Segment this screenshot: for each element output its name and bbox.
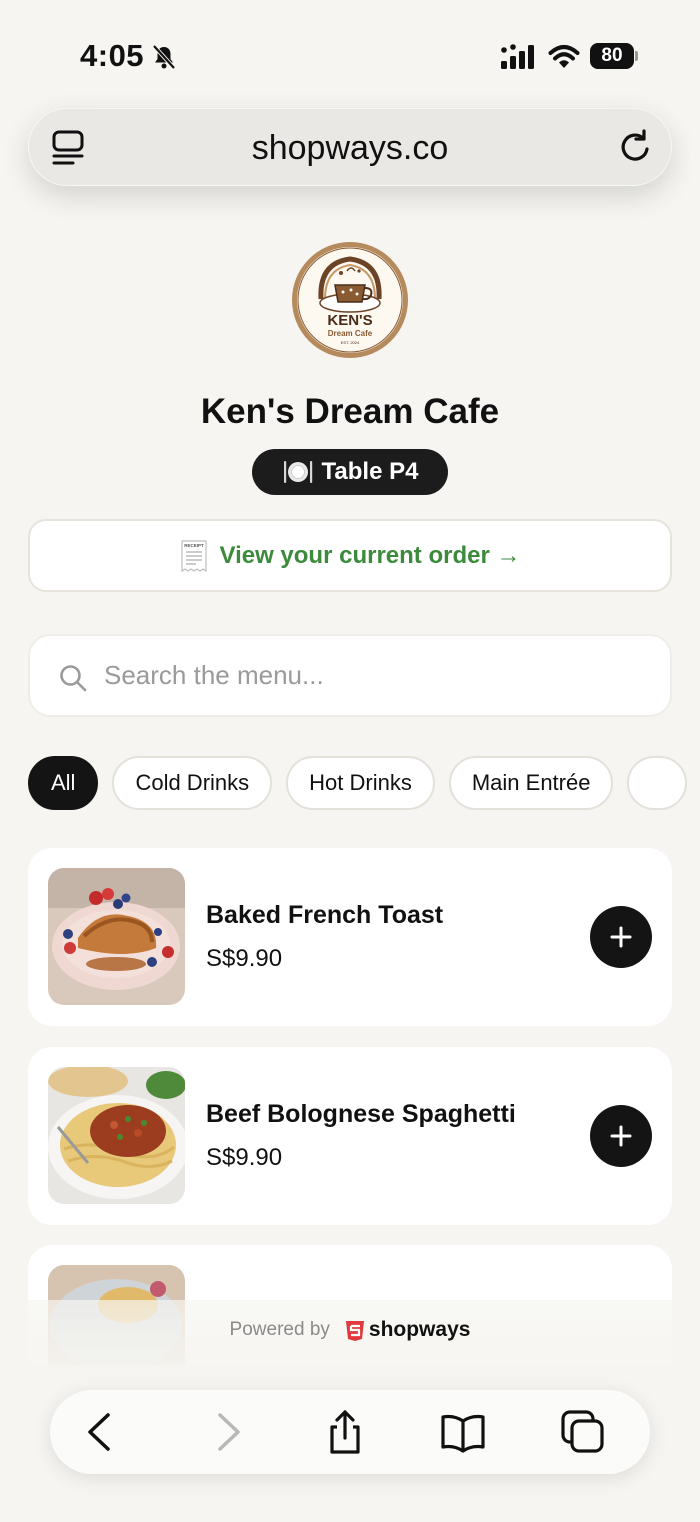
chip-hot-drinks[interactable]: Hot Drinks — [286, 756, 435, 810]
battery-icon: 80 — [590, 43, 638, 69]
cafe-logo: KEN'S Dream Cafe EST. 2024 — [292, 242, 408, 358]
chip-more[interactable] — [627, 756, 688, 810]
shopways-mark-icon — [345, 1321, 364, 1341]
plate-cutlery-icon — [283, 461, 312, 483]
menu-item-price: S$9.90 — [206, 945, 283, 972]
chip-all[interactable]: All — [28, 756, 99, 810]
search-box[interactable] — [28, 634, 672, 717]
view-order-button[interactable]: RECEIPT View your current order → — [28, 519, 672, 592]
menu-item-name: Baked French Toast — [206, 901, 444, 929]
browser-toolbar — [50, 1390, 650, 1474]
menu-item-card[interactable]: Beef Bolognese Spaghetti S$9.90 — [28, 1047, 672, 1225]
chip-main-entree[interactable]: Main Entrée — [448, 756, 614, 810]
menu-item-name: Beef Bolognese Spaghetti — [206, 1100, 516, 1128]
plus-icon — [610, 1125, 632, 1147]
wifi-icon — [548, 45, 580, 68]
tabs-icon[interactable] — [560, 1409, 606, 1455]
category-chips: All Cold Drinks Hot Drinks Main Entrée — [28, 756, 700, 810]
powered-by: Powered by shopways — [0, 1318, 700, 1342]
battery-level: 80 — [590, 43, 634, 69]
french-toast-image — [48, 868, 185, 1005]
status-time: 4:05 — [80, 38, 145, 73]
chip-cold-drinks[interactable]: Cold Drinks — [112, 756, 273, 810]
url-bar[interactable]: shopways.co — [28, 108, 672, 186]
bolognese-image — [48, 1067, 185, 1204]
table-label: Table P4 — [321, 458, 419, 485]
signal-icon — [501, 44, 534, 69]
share-icon[interactable] — [322, 1409, 368, 1455]
menu-item-card[interactable]: Baked French Toast S$9.90 — [28, 848, 672, 1026]
shopways-brand[interactable]: shopways — [369, 1318, 471, 1342]
menu-item-price: S$9.90 — [206, 1144, 283, 1171]
add-to-order-button[interactable] — [590, 1105, 652, 1167]
back-icon[interactable] — [78, 1409, 124, 1455]
logo-est: EST. 2024 — [341, 340, 360, 345]
powered-by-label: Powered by — [229, 1319, 330, 1340]
bell-muted-icon — [152, 44, 176, 70]
status-bar: 4:05 80 — [0, 0, 700, 100]
logo-subtitle: Dream Cafe — [328, 329, 373, 338]
reload-icon[interactable] — [615, 127, 655, 167]
shopways-logo[interactable]: shopways — [344, 1318, 471, 1342]
receipt-icon-text: RECEIPT — [184, 543, 204, 548]
search-icon — [60, 665, 87, 692]
plus-icon — [610, 926, 632, 948]
add-to-order-button[interactable] — [590, 906, 652, 968]
table-badge: Table P4 — [252, 449, 448, 495]
view-order-label[interactable]: View your current order → — [220, 542, 521, 570]
cafe-name: Ken's Dream Cafe — [200, 392, 500, 431]
receipt-icon: RECEIPT — [180, 539, 207, 572]
url-text[interactable]: shopways.co — [29, 129, 671, 168]
logo-title: KEN'S — [327, 312, 372, 329]
forward-icon — [218, 1413, 240, 1451]
bookmarks-icon[interactable] — [440, 1409, 486, 1455]
search-input[interactable] — [104, 660, 644, 691]
